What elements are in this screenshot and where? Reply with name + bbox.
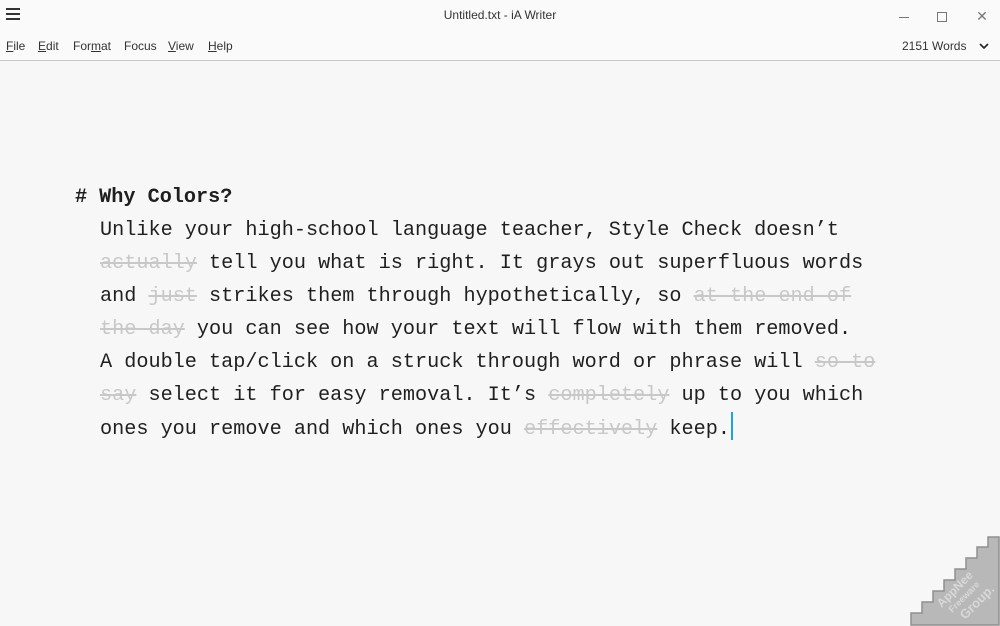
- text-segment: tell you what is right. It grays out sup…: [196, 252, 864, 275]
- paragraph[interactable]: Unlike your high-school language teacher…: [100, 214, 920, 445]
- menu-help[interactable]: Help: [208, 39, 233, 53]
- text-segment: keep.: [657, 418, 730, 441]
- mnemonic: V: [168, 39, 176, 53]
- heading: # Why Colors?: [75, 181, 232, 214]
- text-line[interactable]: the day you can see how your text will f…: [100, 313, 920, 346]
- menu-edit[interactable]: Edit: [38, 39, 59, 53]
- minimize-button[interactable]: [884, 5, 924, 27]
- text-line[interactable]: actually tell you what is right. It gray…: [100, 247, 920, 280]
- text-segment: and: [100, 285, 149, 308]
- mnemonic: m: [91, 39, 101, 53]
- menu-format[interactable]: Format: [73, 39, 111, 53]
- struck-phrase[interactable]: actually: [100, 252, 197, 275]
- text-segment: Unlike your high-school language teacher…: [100, 219, 839, 242]
- struck-phrase[interactable]: at the end of: [694, 285, 852, 308]
- menu-focus[interactable]: Focus: [124, 39, 157, 53]
- text-line[interactable]: Unlike your high-school language teacher…: [100, 214, 920, 247]
- chevron-down-icon[interactable]: [978, 40, 990, 52]
- struck-phrase[interactable]: effectively: [524, 418, 657, 441]
- struck-phrase[interactable]: say: [100, 384, 136, 407]
- mnemonic: H: [208, 39, 217, 53]
- menu-view[interactable]: View: [168, 39, 194, 53]
- menu-label: at: [101, 39, 112, 53]
- window-title: Untitled.txt - iA Writer: [443, 8, 557, 22]
- menu-file[interactable]: File: [6, 39, 25, 53]
- close-button[interactable]: ✕: [962, 5, 1000, 27]
- text-line[interactable]: and just strikes them through hypothetic…: [100, 280, 920, 313]
- text-segment: you can see how your text will flow with…: [184, 318, 852, 341]
- text-segment: strikes them through hypothetically, so: [196, 285, 694, 308]
- text-line[interactable]: A double tap/click on a struck through w…: [100, 346, 920, 379]
- title-bar: Untitled.txt - iA Writer ✕: [0, 0, 1000, 32]
- text-line[interactable]: say select it for easy removal. It’s com…: [100, 379, 920, 412]
- watermark-stairs-icon: AppNee Freeware Group.: [910, 536, 1000, 626]
- close-icon: ✕: [976, 8, 988, 24]
- mnemonic: E: [38, 39, 47, 53]
- menu-label: ile: [13, 39, 26, 53]
- text-caret: [730, 412, 733, 440]
- heading-marker: #: [75, 186, 88, 209]
- text-segment: ones you remove and which ones you: [100, 418, 525, 441]
- struck-phrase[interactable]: completely: [548, 384, 669, 407]
- maximize-button[interactable]: [922, 5, 962, 27]
- word-count[interactable]: 2151 Words: [902, 39, 966, 53]
- heading-text: Why Colors?: [99, 186, 233, 209]
- minimize-icon: [899, 16, 909, 18]
- struck-phrase[interactable]: the day: [100, 318, 185, 341]
- menu-label: elp: [216, 39, 233, 53]
- menu-bar: File Edit Format Focus View Help 2151 Wo…: [0, 32, 1000, 61]
- menu-label: dit: [46, 39, 59, 53]
- editor[interactable]: # Why Colors? Unlike your high-school lan…: [0, 61, 1000, 626]
- maximize-icon: [937, 12, 947, 23]
- struck-phrase[interactable]: just: [148, 285, 196, 308]
- struck-phrase[interactable]: so to: [815, 351, 876, 374]
- text-segment: select it for easy removal. It’s: [136, 384, 549, 407]
- menu-label: iew: [175, 39, 194, 53]
- text-segment: up to you which: [669, 384, 864, 407]
- text-line[interactable]: ones you remove and which ones you effec…: [100, 412, 920, 445]
- menu-label: For: [73, 39, 91, 53]
- text-segment: A double tap/click on a struck through w…: [100, 351, 815, 374]
